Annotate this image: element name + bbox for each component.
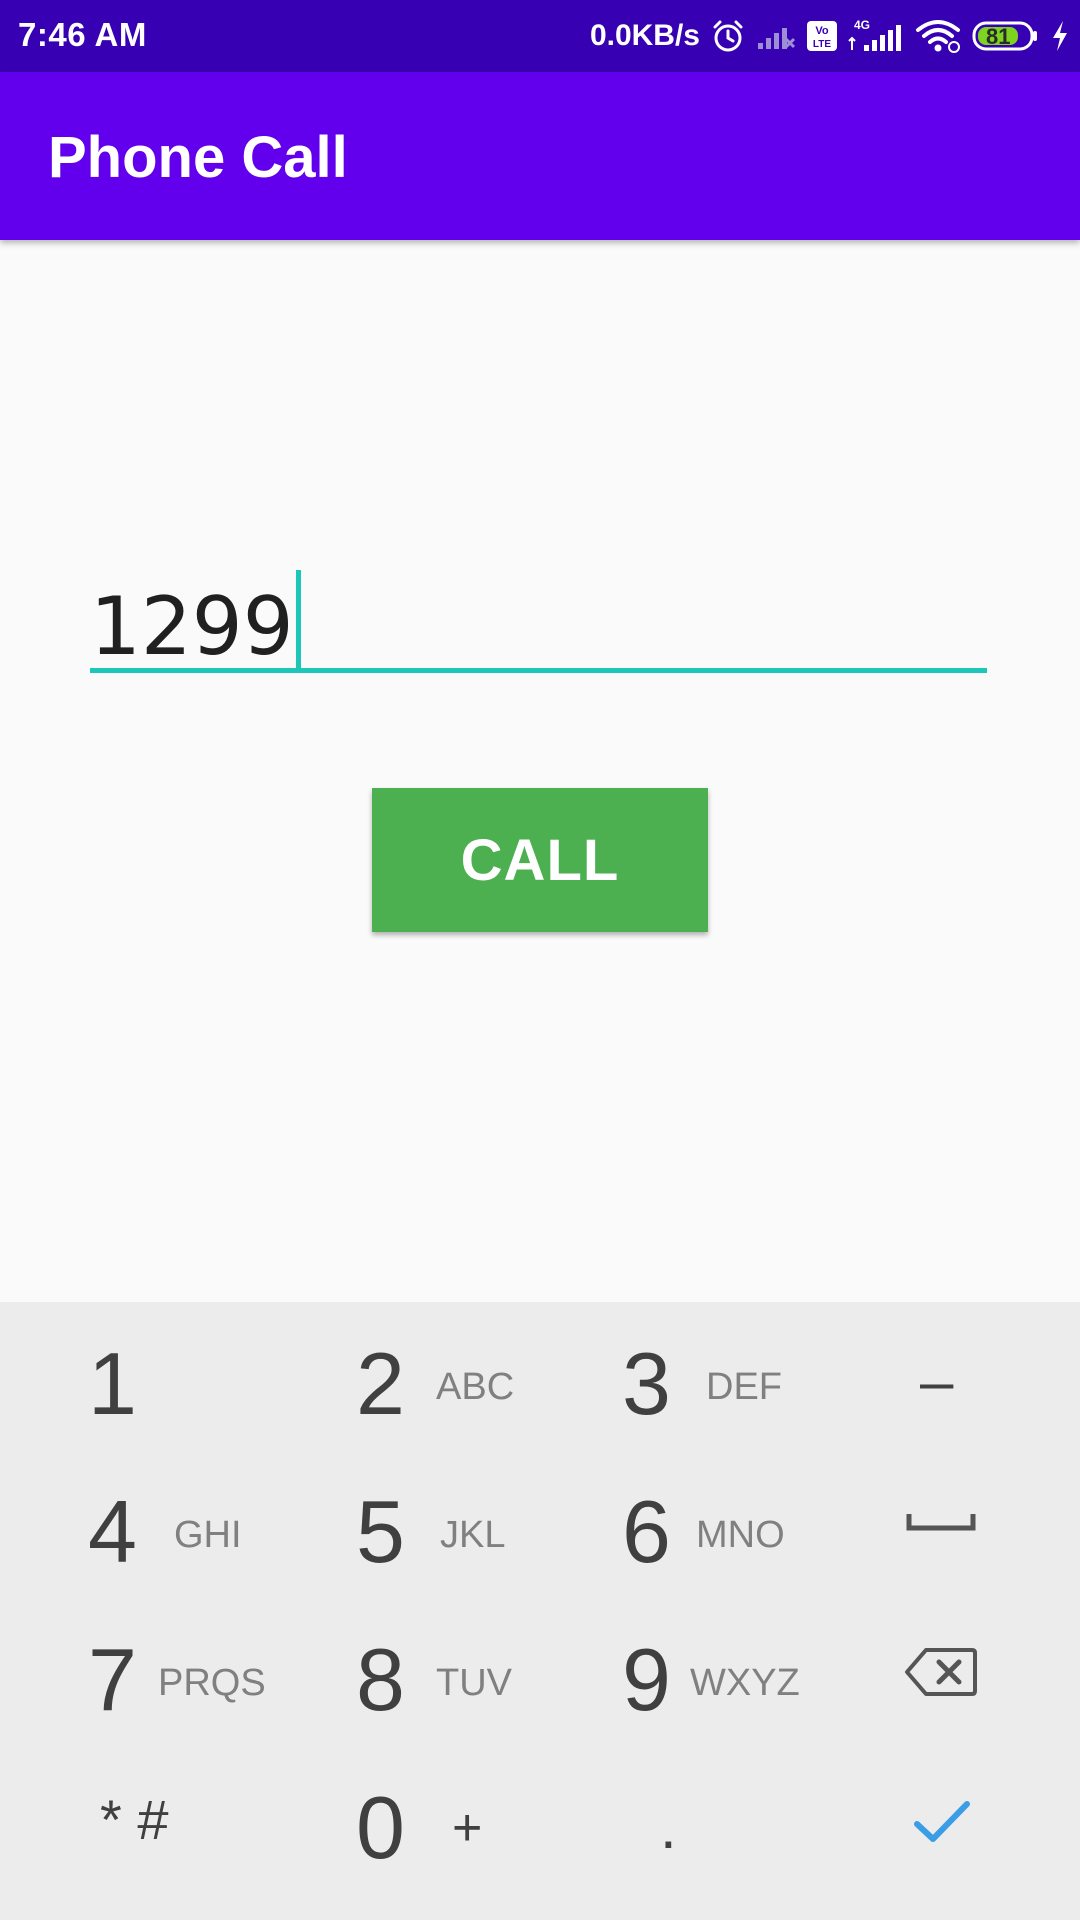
key-letters: ABC bbox=[436, 1366, 515, 1408]
battery-icon: 81 bbox=[972, 19, 1040, 53]
key-minus[interactable]: – bbox=[810, 1302, 1080, 1450]
space-icon bbox=[906, 1514, 976, 1531]
key-letters: MNO bbox=[696, 1514, 785, 1556]
key-period[interactable]: . bbox=[540, 1746, 810, 1894]
key-digit: 4 bbox=[88, 1482, 137, 1581]
key-6[interactable]: 6 MNO bbox=[540, 1450, 810, 1598]
phone-number-text: 1299 bbox=[90, 580, 294, 673]
key-symbol: . bbox=[660, 1794, 677, 1861]
call-button[interactable]: CALL bbox=[372, 788, 708, 932]
app-bar: Phone Call bbox=[0, 72, 1080, 240]
key-letters: TUV bbox=[436, 1662, 512, 1704]
app-title: Phone Call bbox=[48, 125, 348, 190]
status-icons: 0.0KB/s Vo LTE 4G 81 bbox=[590, 0, 1070, 72]
key-space[interactable] bbox=[810, 1450, 1080, 1598]
checkmark-icon bbox=[914, 1801, 970, 1842]
key-digit: 3 bbox=[622, 1334, 671, 1433]
key-letters: WXYZ bbox=[690, 1662, 800, 1704]
key-letters: DEF bbox=[706, 1366, 782, 1408]
wifi-icon bbox=[914, 18, 962, 54]
key-3[interactable]: 3 DEF bbox=[540, 1302, 810, 1450]
field-underline bbox=[90, 668, 987, 673]
phone-number-field[interactable]: 1299 bbox=[90, 550, 987, 675]
key-digit: 5 bbox=[356, 1482, 405, 1581]
key-2[interactable]: 2 ABC bbox=[270, 1302, 540, 1450]
phone-number-value[interactable]: 1299 bbox=[90, 570, 301, 670]
battery-level: 81 bbox=[986, 24, 1011, 49]
key-letters: JKL bbox=[440, 1514, 506, 1556]
signal-weak-icon bbox=[756, 21, 796, 51]
backspace-icon bbox=[905, 1648, 977, 1696]
key-0[interactable]: 0 + bbox=[270, 1746, 540, 1894]
key-digit: 6 bbox=[622, 1482, 671, 1581]
key-backspace[interactable] bbox=[810, 1598, 1080, 1746]
key-letters: PRQS bbox=[158, 1662, 266, 1704]
numeric-keypad: 1 2 ABC 3 DEF – 4 GHI 5 JKL 6 MNO 7 PRQS… bbox=[0, 1302, 1080, 1920]
key-symbol: – bbox=[920, 1348, 954, 1415]
svg-text:LTE: LTE bbox=[813, 39, 831, 50]
key-letters: GHI bbox=[174, 1514, 242, 1556]
status-bar: 7:46 AM 0.0KB/s Vo LTE 4G 81 bbox=[0, 0, 1080, 72]
key-8[interactable]: 8 TUV bbox=[270, 1598, 540, 1746]
status-time: 7:46 AM bbox=[18, 16, 147, 53]
key-4[interactable]: 4 GHI bbox=[0, 1450, 270, 1598]
alarm-icon bbox=[710, 18, 746, 54]
key-star-hash[interactable]: * # bbox=[0, 1746, 270, 1894]
key-digit: 0 bbox=[356, 1778, 405, 1877]
key-symbol: * # bbox=[100, 1788, 169, 1851]
text-cursor bbox=[295, 570, 301, 670]
key-9[interactable]: 9 WXYZ bbox=[540, 1598, 810, 1746]
svg-text:Vo: Vo bbox=[815, 25, 829, 37]
key-digit: 8 bbox=[356, 1630, 405, 1729]
volte-icon: Vo LTE bbox=[806, 20, 838, 52]
key-digit: 1 bbox=[88, 1334, 137, 1433]
key-digit: 9 bbox=[622, 1630, 671, 1729]
charging-icon bbox=[1050, 19, 1070, 53]
signal-4g-icon: 4G bbox=[848, 18, 904, 54]
key-digit: 7 bbox=[88, 1630, 137, 1729]
key-1[interactable]: 1 bbox=[0, 1302, 270, 1450]
svg-text:4G: 4G bbox=[854, 18, 870, 32]
key-7[interactable]: 7 PRQS bbox=[0, 1598, 270, 1746]
key-plus: + bbox=[452, 1799, 483, 1857]
key-5[interactable]: 5 JKL bbox=[270, 1450, 540, 1598]
key-digit: 2 bbox=[356, 1334, 405, 1433]
key-done[interactable] bbox=[810, 1746, 1080, 1894]
net-speed: 0.0KB/s bbox=[589, 19, 700, 52]
